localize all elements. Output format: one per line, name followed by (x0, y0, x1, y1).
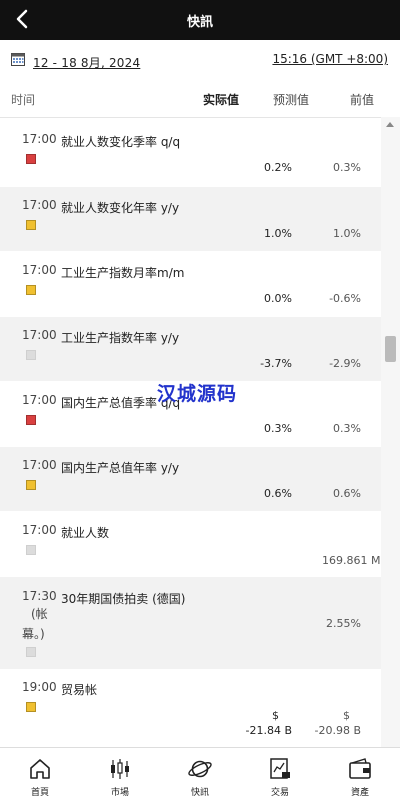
event-previous: -2.9% (329, 357, 361, 370)
tab-news[interactable]: 快訊 (160, 748, 240, 801)
importance-indicator (26, 220, 36, 230)
tab-assets[interactable]: 資產 (320, 748, 400, 801)
tab-home[interactable]: 首頁 (0, 748, 80, 801)
col-forecast: 预测值 (273, 93, 310, 107)
planet-icon (188, 760, 212, 778)
column-header: 时间 实际值 预测值 前值 (0, 82, 400, 118)
col-time: 时间 (11, 93, 36, 107)
tab-trade[interactable]: 交易 (240, 748, 320, 801)
event-forecast: 0.6% (264, 487, 292, 500)
scrollbar-thumb[interactable] (385, 336, 396, 362)
event-previous: 1.0% (333, 227, 361, 240)
event-name: 工业生产指数年率 y/y (61, 331, 180, 345)
event-forecast: -21.84 B (245, 724, 292, 737)
event-forecast-currency: $ (272, 709, 279, 722)
event-list[interactable]: 17:00 就业人数变化季率 q/q 0.2% 0.3% 17:00 就业人数变… (0, 117, 381, 747)
timezone-selector[interactable]: 15:16 (GMT +8:00) (272, 52, 388, 66)
event-previous: -0.6% (329, 292, 361, 305)
scrollbar[interactable] (381, 117, 400, 747)
list-item[interactable]: 17:00 就业人数变化季率 q/q 0.2% 0.3% (0, 117, 381, 187)
trade-icon (270, 758, 290, 779)
event-name: 国内生产总值年率 y/y (61, 461, 180, 475)
event-previous-currency: $ (343, 709, 350, 722)
page-title: 快訊 (186, 15, 213, 30)
list-item[interactable]: 17:00 就业人数 169.861 M (0, 511, 381, 577)
event-previous: 2.55% (326, 617, 361, 630)
event-forecast: -3.7% (260, 357, 292, 370)
col-actual: 实际值 (203, 93, 240, 107)
event-forecast: 1.0% (264, 227, 292, 240)
event-time: 17:00 (22, 458, 57, 472)
event-time: 19:00 (22, 680, 57, 694)
event-previous: 0.6% (333, 487, 361, 500)
event-note: 幕。) (22, 627, 45, 641)
event-time: 17:00 (22, 328, 57, 342)
event-previous: 0.3% (333, 161, 361, 174)
list-item[interactable]: 17:00 工业生产指数月率m/m 0.0% -0.6% (0, 251, 381, 317)
event-name: 30年期国债拍卖 (德国) (61, 592, 186, 606)
event-time: 17:00 (22, 523, 57, 537)
event-name: 工业生产指数月率m/m (61, 266, 185, 280)
col-previous: 前值 (350, 93, 375, 107)
tab-label: 交易 (270, 788, 289, 798)
date-range-selector[interactable]: 12 - 18 8月, 2024 (33, 54, 140, 71)
list-item[interactable]: 17:00 国内生产总值年率 y/y 0.6% 0.6% (0, 447, 381, 511)
event-name: 就业人数变化年率 y/y (61, 201, 180, 215)
event-name: 就业人数 (61, 526, 110, 540)
event-forecast: 0.3% (264, 422, 292, 435)
event-name: 就业人数变化季率 q/q (61, 135, 181, 149)
importance-indicator (26, 154, 36, 164)
candlestick-icon (111, 759, 129, 779)
importance-indicator (26, 647, 36, 657)
list-item[interactable]: 17:00 就业人数变化年率 y/y 1.0% 1.0% (0, 187, 381, 251)
event-time: 17:30 (22, 589, 57, 603)
event-previous: 0.3% (333, 422, 361, 435)
calendar-icon[interactable] (11, 52, 25, 66)
scroll-up-arrow-icon[interactable] (386, 122, 394, 127)
wallet-icon (349, 758, 371, 779)
bottom-tab-bar: 首頁 市場 快訊 交易 資產 (0, 747, 400, 801)
event-previous: 169.861 M (322, 554, 381, 567)
importance-indicator (26, 285, 36, 295)
event-time: 17:00 (22, 393, 57, 407)
importance-indicator (26, 350, 36, 360)
event-note: (帐 (31, 607, 48, 621)
home-icon (30, 759, 50, 779)
importance-indicator (26, 415, 36, 425)
event-forecast: 0.2% (264, 161, 292, 174)
event-time: 17:00 (22, 198, 57, 212)
event-name: 贸易帐 (61, 683, 98, 697)
importance-indicator (26, 545, 36, 555)
importance-indicator (26, 480, 36, 490)
tab-label: 首頁 (30, 788, 49, 798)
event-forecast: 0.0% (264, 292, 292, 305)
tab-market[interactable]: 市場 (80, 748, 160, 801)
top-bar: 快訊 (0, 0, 400, 40)
watermark: 汉城源码 (157, 383, 238, 405)
list-item[interactable]: 19:00 贸易帐 $ -21.84 B $ -20.98 B (0, 669, 381, 747)
list-item[interactable]: 17:00 工业生产指数年率 y/y -3.7% -2.9% (0, 317, 381, 381)
tab-label: 市場 (110, 788, 129, 798)
list-item[interactable]: 17:30 30年期国债拍卖 (德国) (帐 幕。) 2.55% (0, 577, 381, 669)
event-previous: -20.98 B (314, 724, 361, 737)
event-time: 17:00 (22, 263, 57, 277)
importance-indicator (26, 702, 36, 712)
tab-label: 快訊 (190, 788, 209, 798)
event-time: 17:00 (22, 132, 57, 146)
tab-label: 資產 (350, 788, 369, 798)
